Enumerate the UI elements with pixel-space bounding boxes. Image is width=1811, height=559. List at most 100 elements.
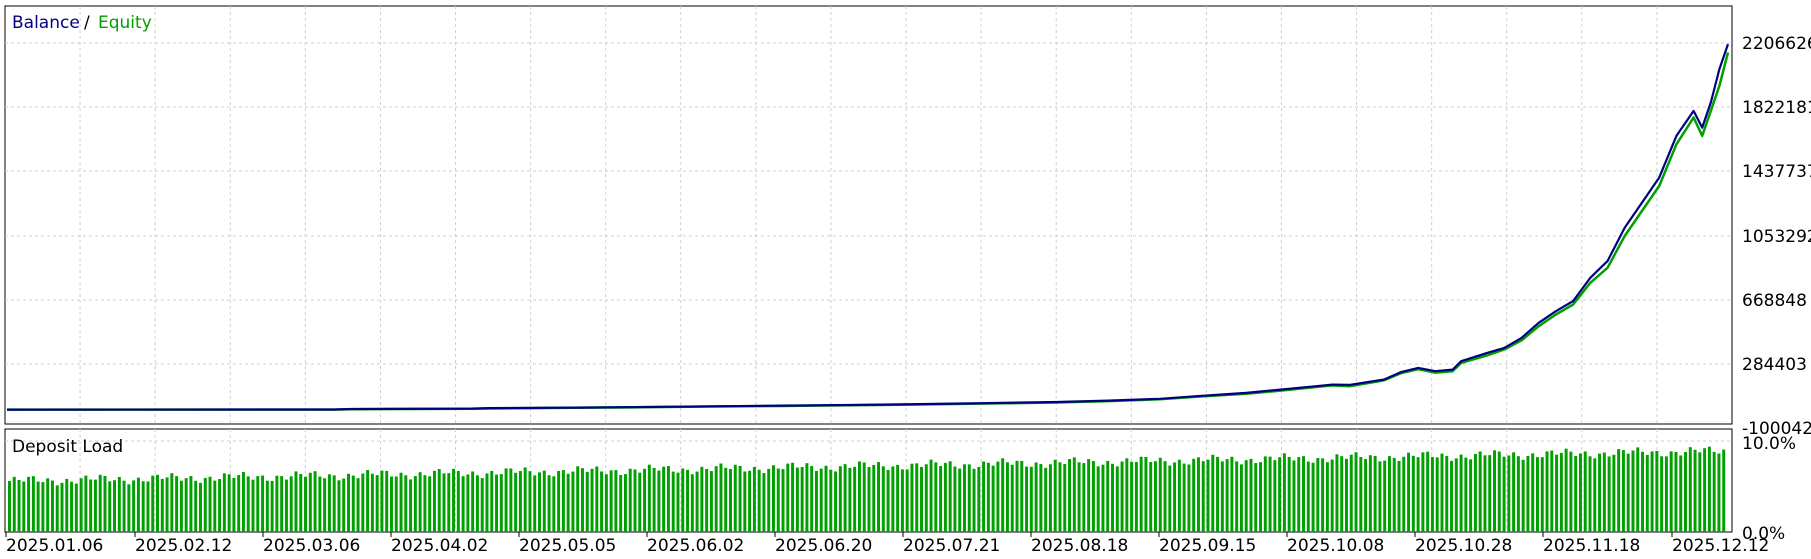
- deposit-load-bar: [442, 473, 446, 532]
- deposit-load-bar: [1106, 460, 1110, 532]
- deposit-load-bar: [294, 471, 298, 532]
- deposit-load-bar: [461, 476, 465, 532]
- deposit-load-bar: [141, 481, 145, 532]
- deposit-load-bar: [1268, 456, 1272, 532]
- deposit-load-bar: [1359, 457, 1363, 532]
- deposit-load-bar: [595, 466, 599, 532]
- date-axis-label: 2025.12.12: [1672, 536, 1769, 555]
- deposit-load-bar: [1688, 447, 1692, 532]
- deposit-load-bar: [1402, 456, 1406, 532]
- deposit-load-bar: [1521, 459, 1525, 532]
- deposit-load-bar: [824, 465, 828, 532]
- deposit-load-bar: [208, 476, 212, 532]
- deposit-load-bar: [1349, 454, 1353, 532]
- deposit-load-bar: [351, 475, 355, 532]
- deposit-load-bar: [156, 474, 159, 532]
- deposit-load-bar: [1684, 452, 1687, 532]
- date-axis-label: 2025.01.06: [6, 536, 103, 555]
- deposit-load-bar: [394, 476, 398, 532]
- deposit-load-bar: [65, 478, 69, 532]
- deposit-load-bar: [1550, 450, 1554, 532]
- deposit-load-bar: [1302, 456, 1305, 532]
- deposit-load-bar: [284, 479, 288, 532]
- deposit-load-bar: [881, 466, 885, 532]
- deposit-load-bar: [31, 476, 35, 532]
- deposit-load-bar: [862, 462, 866, 532]
- deposit-load-bar: [1134, 461, 1138, 532]
- date-axis-label: 2025.10.28: [1415, 536, 1512, 555]
- deposit-load-bar: [767, 468, 771, 532]
- deposit-load-bar: [1068, 459, 1072, 532]
- date-axis-label: 2025.08.18: [1031, 536, 1128, 555]
- deposit-load-bar: [1120, 461, 1124, 532]
- deposit-load-bar: [915, 463, 919, 532]
- deposit-load-bar: [17, 479, 21, 532]
- deposit-load-bar: [557, 470, 561, 532]
- deposit-load-bar: [361, 473, 365, 532]
- date-axis-label: 2025.04.02: [391, 536, 488, 555]
- deposit-load-bar: [1053, 459, 1057, 532]
- deposit-load-bar: [323, 478, 327, 532]
- deposit-load-bar: [60, 482, 64, 532]
- deposit-load-bar: [89, 479, 93, 532]
- deposit-load-bar: [1115, 466, 1119, 532]
- deposit-load-bar: [800, 467, 804, 532]
- deposit-load-bar: [590, 468, 594, 532]
- deposit-load-bar: [953, 466, 957, 532]
- deposit-load-bar: [1249, 458, 1253, 532]
- deposit-load-bar: [1287, 456, 1291, 532]
- deposit-load-bar: [1478, 451, 1482, 532]
- deposit-load-bar: [1368, 455, 1372, 532]
- deposit-load-bar: [1540, 457, 1544, 532]
- balance-y-tick: 1822181: [1742, 98, 1811, 118]
- deposit-load-bar: [199, 482, 202, 532]
- deposit-load-bar: [977, 466, 981, 532]
- deposit-load-bar: [700, 466, 704, 532]
- deposit-load-bar: [213, 480, 217, 532]
- deposit-load-bar: [1259, 462, 1263, 532]
- deposit-load-bar: [843, 464, 847, 532]
- deposit-load-bar: [1469, 459, 1473, 532]
- deposit-load-bar: [313, 471, 317, 532]
- deposit-load-bar: [748, 470, 752, 532]
- deposit-load-bar: [838, 466, 842, 532]
- deposit-load-bar: [1149, 462, 1153, 532]
- deposit-load-bar: [1641, 451, 1645, 532]
- deposit-load-bar: [418, 472, 422, 532]
- deposit-load-bar: [1612, 454, 1616, 532]
- deposit-load-bar: [1005, 462, 1009, 532]
- deposit-load-bar: [1273, 460, 1277, 532]
- deposit-load-bar: [910, 463, 914, 532]
- deposit-load-bar: [1230, 456, 1234, 532]
- deposit-load-bar: [834, 471, 838, 532]
- deposit-load-bar: [523, 467, 527, 532]
- legend-balance: Balance: [12, 13, 80, 33]
- deposit-load-bar: [380, 470, 384, 532]
- deposit-load-bar: [237, 475, 241, 532]
- deposit-load-bar: [1335, 454, 1339, 532]
- deposit-load-bar: [1621, 450, 1625, 532]
- date-axis: 2025.01.06 2025.02.12 2025.03.06 2025.04.02…: [5, 532, 1769, 556]
- deposit-load-bar: [1087, 459, 1091, 532]
- deposit-load-bar: [623, 474, 627, 532]
- deposit-load-bar: [1254, 463, 1258, 532]
- deposit-load-bar: [179, 480, 183, 532]
- deposit-load-bar: [872, 464, 876, 532]
- deposit-load-bar: [614, 470, 618, 532]
- deposit-load-bar: [1507, 455, 1511, 532]
- deposit-load-bar: [848, 467, 852, 532]
- deposit-load-title: Deposit Load: [12, 437, 123, 457]
- deposit-load-bar: [1340, 456, 1344, 532]
- deposit-load-bar: [404, 475, 408, 532]
- deposit-load-bar: [791, 462, 795, 532]
- deposit-load-bar: [1239, 464, 1243, 532]
- deposit-load-bar: [1378, 461, 1382, 532]
- deposit-load-bar: [113, 480, 117, 532]
- deposit-load-bar: [1206, 459, 1210, 532]
- deposit-load-bar: [251, 479, 255, 532]
- deposit-load-bar: [160, 478, 164, 532]
- deposit-load-bar: [743, 471, 747, 532]
- deposit-load-bar: [1392, 457, 1396, 532]
- deposit-load-bar: [1354, 452, 1358, 532]
- deposit-load-bar: [1578, 453, 1582, 532]
